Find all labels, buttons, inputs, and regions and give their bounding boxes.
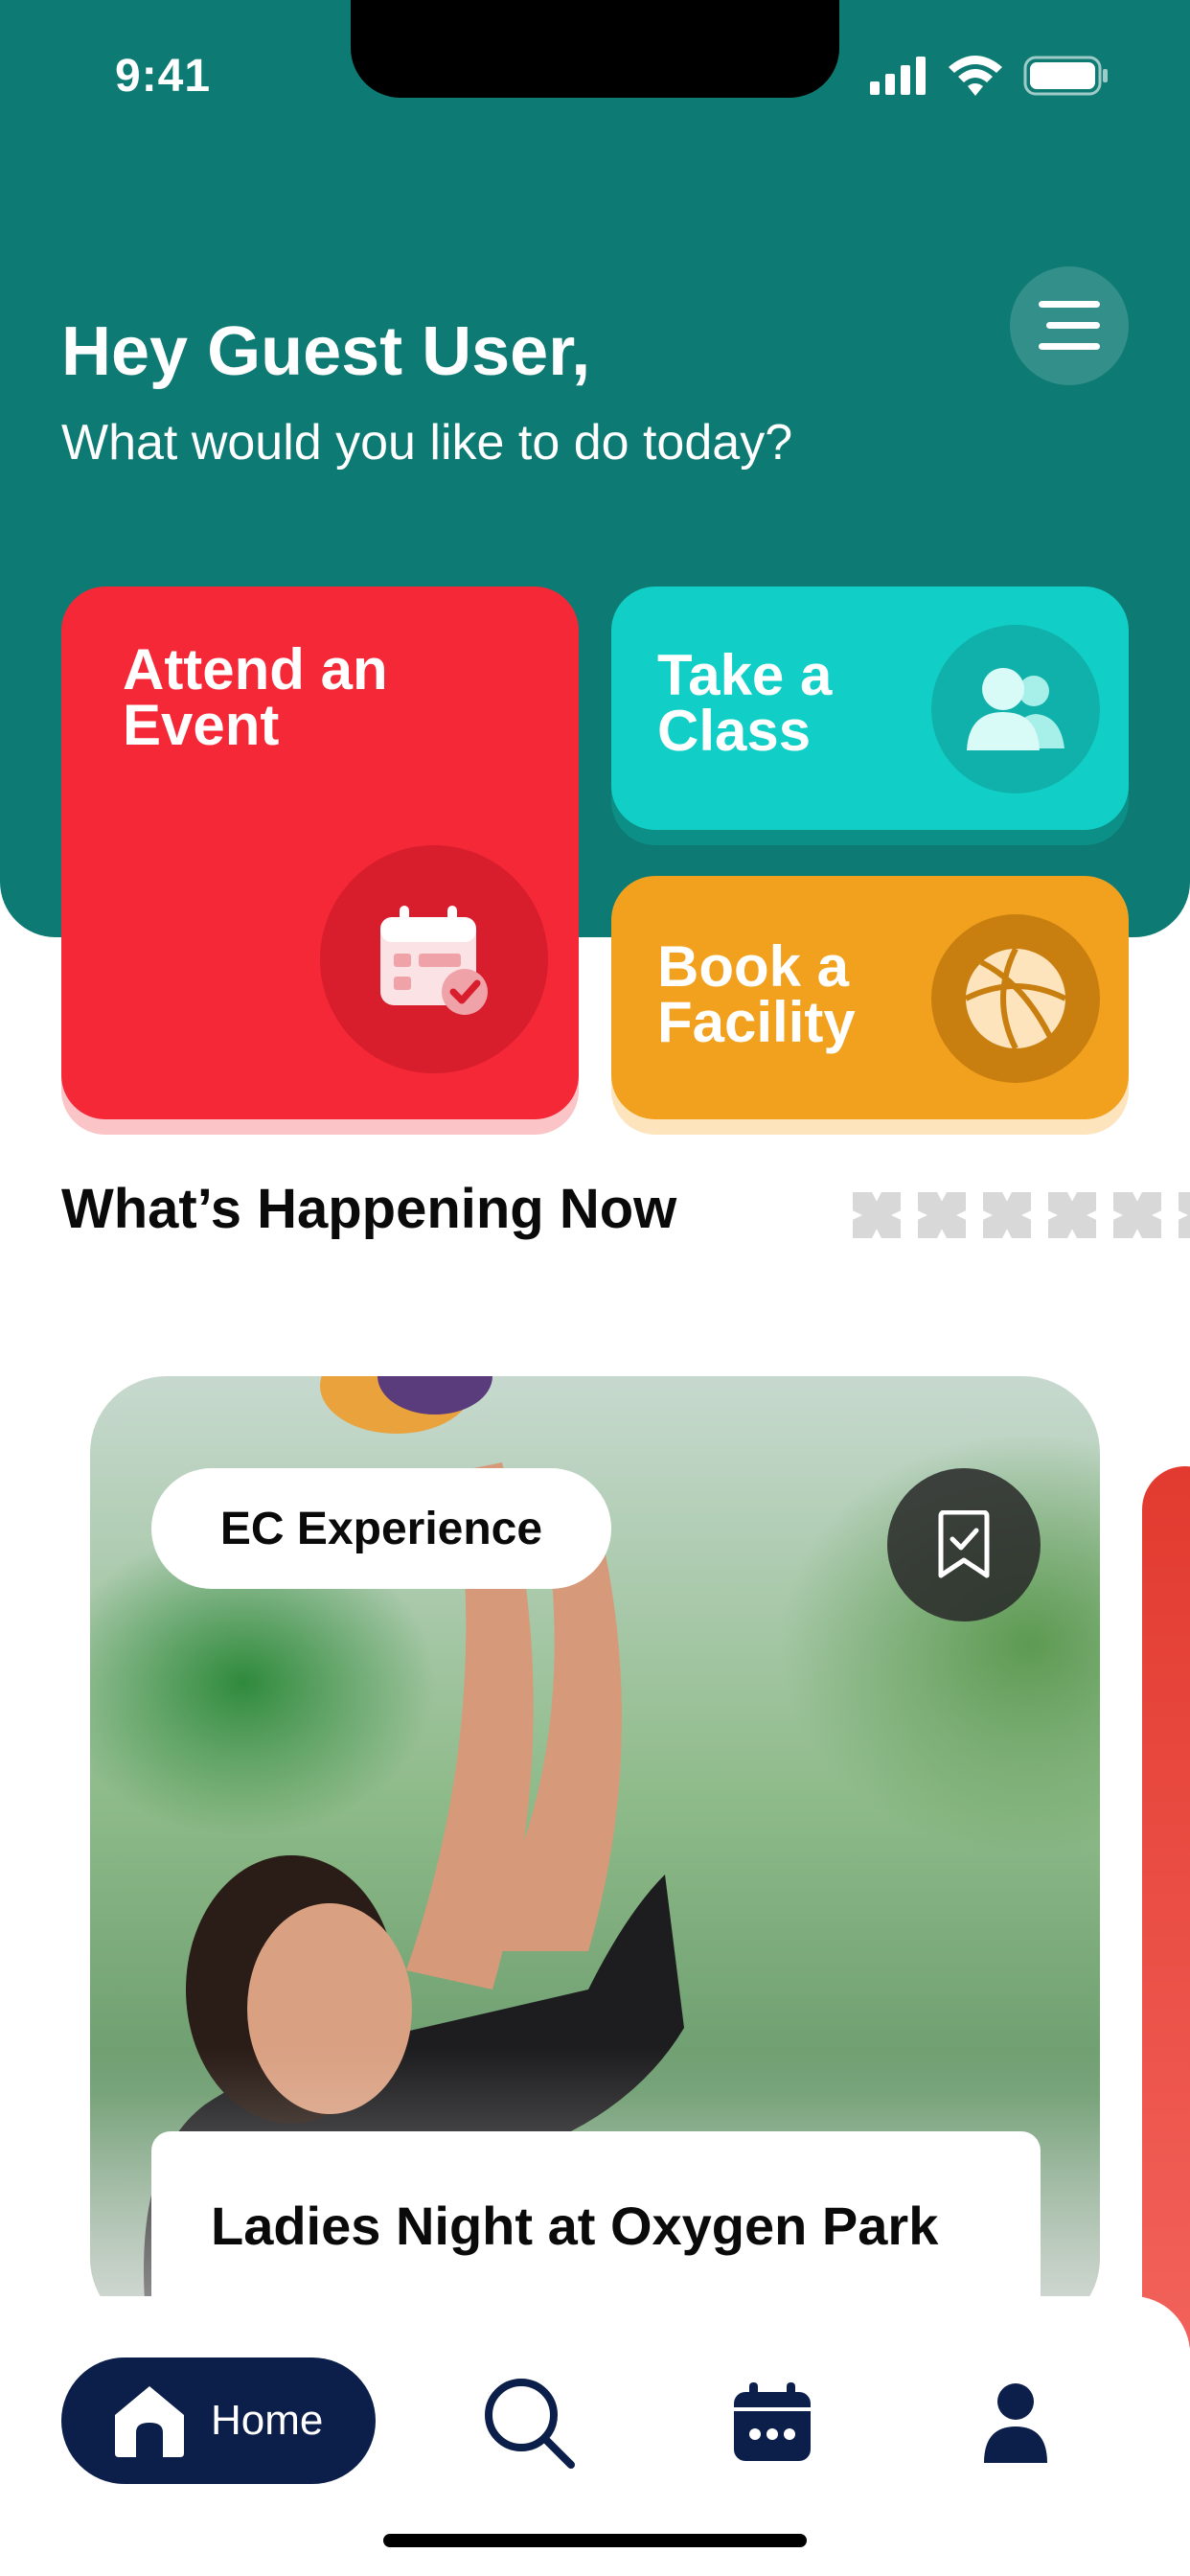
tile-label: Take a Class	[657, 643, 833, 763]
battery-icon	[1023, 56, 1108, 96]
wifi-icon	[949, 56, 1002, 96]
status-icons	[870, 56, 1110, 96]
calendar-icon	[734, 2382, 811, 2461]
home-indicator	[383, 2534, 807, 2547]
nav-calendar-button[interactable]	[724, 2375, 820, 2471]
calendar-check-icon	[320, 845, 548, 1073]
search-icon	[485, 2379, 575, 2469]
device-notch	[351, 0, 839, 98]
signal-icon	[870, 57, 926, 95]
decorative-pattern	[853, 1192, 1190, 1238]
event-title: Ladies Night at Oxygen Park	[211, 2196, 939, 2256]
menu-button[interactable]	[1010, 266, 1129, 385]
greeting-title: Hey Guest User,	[61, 313, 591, 390]
users-icon	[931, 625, 1100, 794]
category-chip: EC Experience	[151, 1468, 611, 1589]
tile-label: Attend an Event	[123, 637, 388, 757]
book-facility-tile[interactable]: Book a Facility	[611, 876, 1129, 1119]
event-caption[interactable]: Ladies Night at Oxygen Park	[151, 2131, 1041, 2323]
nav-search-button[interactable]	[481, 2375, 577, 2471]
profile-icon	[984, 2383, 1047, 2463]
greeting-subtitle: What would you like to do today?	[61, 415, 793, 471]
tile-label: Book a Facility	[657, 934, 856, 1054]
hamburger-icon	[1039, 301, 1100, 350]
nav-home-label: Home	[211, 2397, 324, 2444]
status-time: 9:41	[115, 51, 212, 102]
nav-profile-button[interactable]	[968, 2375, 1064, 2471]
basketball-icon	[931, 914, 1100, 1083]
section-title: What’s Happening Now	[61, 1178, 677, 1240]
bookmark-icon	[938, 1510, 990, 1578]
attend-event-tile[interactable]: Attend an Event	[61, 586, 579, 1119]
nav-home-button[interactable]: Home	[61, 2358, 376, 2484]
home-icon	[115, 2386, 184, 2457]
bookmark-button[interactable]	[887, 1468, 1041, 1622]
next-event-card-peek[interactable]	[1142, 1466, 1190, 2348]
take-class-tile[interactable]: Take a Class	[611, 586, 1129, 830]
